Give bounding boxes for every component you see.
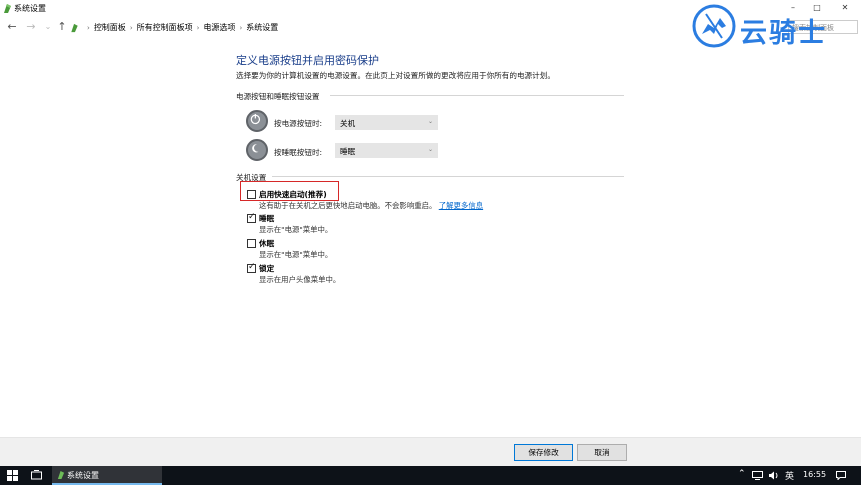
sleep-checkbox[interactable] — [247, 212, 256, 223]
breadcrumb-item-control-panel[interactable]: 控制面板 — [94, 22, 126, 33]
control-panel-icon — [71, 23, 78, 32]
control-panel-icon — [4, 4, 11, 13]
task-view-icon[interactable] — [31, 470, 42, 481]
windows-start-icon[interactable] — [7, 470, 18, 481]
ime-indicator[interactable]: 英 — [785, 469, 794, 482]
power-button-select[interactable]: 关机 ⌄ — [335, 115, 438, 130]
page-description: 选择要为你的计算机设置的电源设置。在此页上对设置所做的更改将应用于你所有的电源计… — [236, 71, 555, 80]
breadcrumb-separator-icon: › — [129, 23, 133, 32]
hibernate-checkbox[interactable] — [247, 239, 256, 248]
section-title-buttons: 电源按钮和睡眠按钮设置 — [236, 92, 320, 101]
chevron-down-icon: ⌄ — [427, 146, 433, 153]
back-button[interactable]: ← — [5, 20, 19, 34]
up-button[interactable]: ↑ — [55, 20, 69, 34]
sleep-button-icon — [246, 139, 268, 161]
main-content: 定义电源按钮并启用密码保护 选择要为你的计算机设置的电源设置。在此页上对设置所做… — [0, 37, 861, 437]
clock[interactable]: 16:55 — [803, 470, 826, 479]
chevron-up-icon[interactable]: ⌃ — [738, 469, 746, 479]
breadcrumb-item-system-settings[interactable]: 系统设置 — [246, 22, 278, 33]
forward-button[interactable]: → — [24, 20, 38, 34]
lock-label[interactable]: 锁定 — [259, 263, 274, 274]
breadcrumb: › 控制面板 › 所有控制面板项 › 电源选项 › 系统设置 — [70, 22, 278, 33]
recent-locations-button[interactable]: ⌄ — [41, 20, 55, 34]
sleep-description: 显示在"电源"菜单中。 — [259, 225, 333, 234]
hibernate-option[interactable]: 休眠 — [247, 238, 274, 249]
lock-checkbox[interactable] — [247, 262, 256, 273]
lock-option[interactable]: 锁定 — [247, 262, 274, 274]
power-button-select-value: 关机 — [340, 119, 356, 128]
save-changes-button[interactable]: 保存修改 — [514, 444, 573, 461]
taskbar-app-label: 系统设置 — [67, 471, 99, 480]
section-divider — [272, 176, 624, 177]
sleep-button-select-value: 睡眠 — [340, 147, 356, 156]
control-panel-icon — [57, 471, 65, 479]
fast-startup-description-text: 这有助于在关机之后更快地启动电脑。不会影响重启。 — [259, 201, 437, 210]
chevron-down-icon: ⌄ — [427, 118, 433, 125]
network-icon[interactable] — [752, 471, 763, 480]
fast-startup-description: 这有助于在关机之后更快地启动电脑。不会影响重启。 了解更多信息 — [259, 200, 483, 211]
sleep-button-label: 按睡眠按钮时: — [274, 148, 323, 157]
power-button-label: 按电源按钮时: — [274, 119, 323, 128]
breadcrumb-separator-icon: › — [87, 23, 90, 32]
breadcrumb-separator-icon: › — [239, 23, 243, 32]
window-title: 系统设置 — [14, 4, 46, 13]
taskbar-app-system-settings[interactable]: 系统设置 — [52, 466, 162, 485]
footer-bar: 保存修改 取消 — [0, 438, 861, 466]
notification-icon[interactable] — [836, 471, 846, 480]
hibernate-label[interactable]: 休眠 — [259, 238, 274, 249]
breadcrumb-item-all-items[interactable]: 所有控制面板项 — [137, 22, 193, 33]
learn-more-link[interactable]: 了解更多信息 — [439, 201, 483, 210]
hibernate-description: 显示在"电源"菜单中。 — [259, 250, 333, 259]
breadcrumb-item-power-options[interactable]: 电源选项 — [203, 22, 235, 33]
cancel-button[interactable]: 取消 — [577, 444, 627, 461]
highlight-annotation — [240, 181, 339, 201]
sleep-label[interactable]: 睡眠 — [259, 213, 274, 224]
sleep-option[interactable]: 睡眠 — [247, 212, 274, 224]
breadcrumb-separator-icon: › — [196, 23, 200, 32]
volume-icon[interactable] — [769, 471, 779, 480]
lock-description: 显示在用户头像菜单中。 — [259, 275, 341, 284]
section-divider — [330, 95, 624, 96]
power-button-icon — [246, 110, 268, 132]
taskbar: 系统设置 ⌃ 英 16:55 — [0, 466, 861, 485]
sleep-button-select[interactable]: 睡眠 ⌄ — [335, 143, 438, 158]
page-title: 定义电源按钮并启用密码保护 — [236, 54, 379, 67]
